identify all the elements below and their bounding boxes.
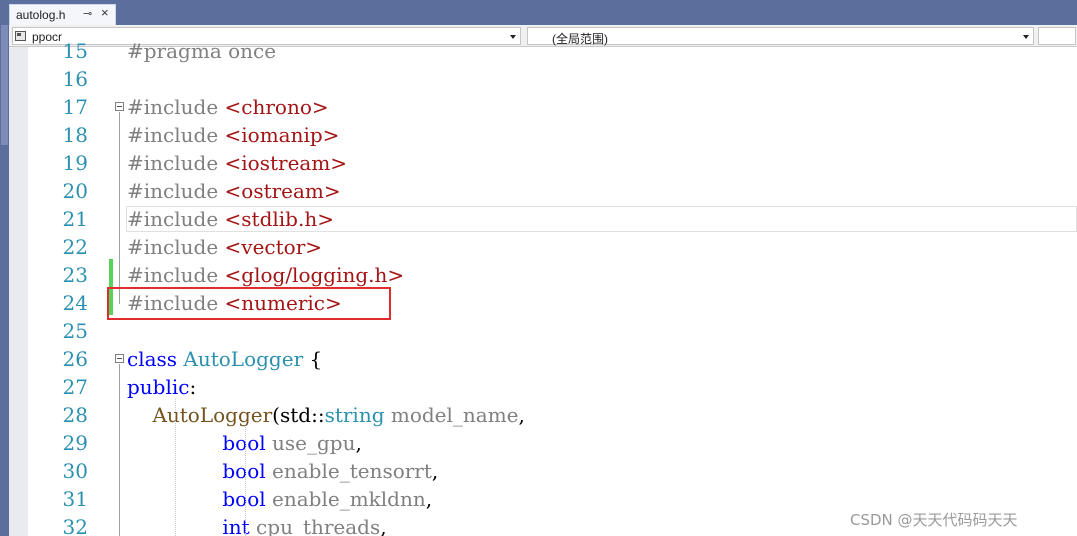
code-line: 15 #pragma once xyxy=(9,37,1077,65)
code-line: 25 xyxy=(9,317,1077,345)
code-line: 16 xyxy=(9,65,1077,93)
line-number: 18 xyxy=(62,123,88,147)
code-text: #include <vector> xyxy=(127,233,322,261)
line-number: 27 xyxy=(62,375,88,399)
line-number: 16 xyxy=(62,67,88,91)
code-text: public: xyxy=(127,373,196,401)
line-number: 29 xyxy=(62,431,88,455)
fold-guide-line xyxy=(119,112,120,304)
code-line: 19 #include <iostream> xyxy=(9,149,1077,177)
line-number: 15 xyxy=(62,39,88,63)
code-text: bool enable_tensorrt, xyxy=(127,457,438,485)
code-token: cpu_threads xyxy=(249,515,381,536)
code-token: , xyxy=(355,431,362,455)
code-token: use_gpu xyxy=(265,431,356,455)
line-number: 31 xyxy=(62,487,88,511)
code-token: #include xyxy=(127,95,225,119)
collapsed-tool-window-tab[interactable] xyxy=(1,25,8,145)
code-text: bool enable_mkldnn, xyxy=(127,485,432,513)
line-number: 28 xyxy=(62,403,88,427)
code-line: 22 #include <vector> xyxy=(9,233,1077,261)
code-text: #include <iostream> xyxy=(127,149,347,177)
code-line: 29 bool use_gpu, xyxy=(9,429,1077,457)
code-line: 17 #include <chrono> xyxy=(9,93,1077,121)
code-token: public xyxy=(127,375,190,399)
code-token: enable_tensorrt xyxy=(265,459,432,483)
code-token: AutoLogger xyxy=(152,403,273,427)
close-icon[interactable]: × xyxy=(101,5,109,20)
code-token: <iomanip> xyxy=(224,123,340,147)
code-token: #include xyxy=(127,123,225,147)
code-token: (std:: xyxy=(272,403,325,427)
line-number: 21 xyxy=(62,207,88,231)
document-tab[interactable]: autolog.h ⊸ × xyxy=(9,4,116,25)
code-text: AutoLogger(std::string model_name, xyxy=(127,401,525,429)
code-line: 20 #include <ostream> xyxy=(9,177,1077,205)
code-token: , xyxy=(431,459,439,483)
line-number: 19 xyxy=(62,151,88,175)
code-text: class AutoLogger { xyxy=(127,345,322,373)
code-token: class xyxy=(127,347,184,371)
code-token: string xyxy=(324,403,385,427)
code-text: #include <ostream> xyxy=(127,177,341,205)
code-line: 27 public: xyxy=(9,373,1077,401)
tab-filename: autolog.h xyxy=(16,8,66,22)
line-number: 23 xyxy=(62,263,88,287)
code-line: 26 class AutoLogger { xyxy=(9,345,1077,373)
code-token: #include xyxy=(127,235,225,259)
code-token: #include xyxy=(127,179,225,203)
line-number: 17 xyxy=(62,95,88,119)
watermark: CSDN @天天代码码天天 xyxy=(850,511,1018,529)
code-text: int cpu_threads, xyxy=(127,513,387,536)
code-text: #pragma once xyxy=(127,37,276,65)
code-token: , xyxy=(425,487,433,511)
line-number: 22 xyxy=(62,235,88,259)
code-token: , xyxy=(380,515,387,536)
code-token: enable_mkldnn xyxy=(265,487,426,511)
fold-guide-line xyxy=(119,364,120,536)
code-token: #include xyxy=(127,151,225,175)
code-text: #include <iomanip> xyxy=(127,121,339,149)
current-line-indicator xyxy=(126,206,1077,232)
code-text: #include <glog/logging.h> xyxy=(127,261,404,289)
code-token: , xyxy=(518,403,525,427)
code-token: <iostream> xyxy=(224,151,348,175)
code-token: <glog/logging.h> xyxy=(224,263,405,287)
line-number: 30 xyxy=(62,459,88,483)
code-token: { xyxy=(303,347,323,371)
collapse-icon[interactable] xyxy=(115,102,124,111)
code-line: 23 #include <glog/logging.h> xyxy=(9,261,1077,289)
code-token: <ostream> xyxy=(224,179,341,203)
code-text: #include <chrono> xyxy=(127,93,329,121)
line-number: 25 xyxy=(62,319,88,343)
code-token: <vector> xyxy=(224,235,323,259)
indent-guide xyxy=(175,399,176,536)
code-line: 28 AutoLogger(std::string model_name, xyxy=(9,401,1077,429)
code-token: <chrono> xyxy=(224,95,329,119)
change-marker-bar xyxy=(109,259,113,287)
indent-guide xyxy=(245,427,246,536)
code-token: AutoLogger xyxy=(183,347,304,371)
line-number: 20 xyxy=(62,179,88,203)
code-token: #pragma once xyxy=(127,39,277,63)
code-token: model_name xyxy=(384,403,519,427)
code-token: : xyxy=(189,375,197,399)
collapse-icon[interactable] xyxy=(115,354,124,363)
pin-icon[interactable]: ⊸ xyxy=(83,7,92,20)
document-tab-strip: autolog.h ⊸ × xyxy=(0,0,1077,25)
code-line: 18 #include <iomanip> xyxy=(9,121,1077,149)
line-number: 26 xyxy=(62,347,88,371)
code-token: #include xyxy=(127,263,225,287)
code-line: 30 bool enable_tensorrt, xyxy=(9,457,1077,485)
line-number: 24 xyxy=(62,291,88,315)
code-editor[interactable]: 15 #pragma once 16 17 #include <chrono> 18 #in… xyxy=(9,39,1077,536)
line-number: 32 xyxy=(62,515,88,536)
red-highlight-box xyxy=(107,287,391,320)
